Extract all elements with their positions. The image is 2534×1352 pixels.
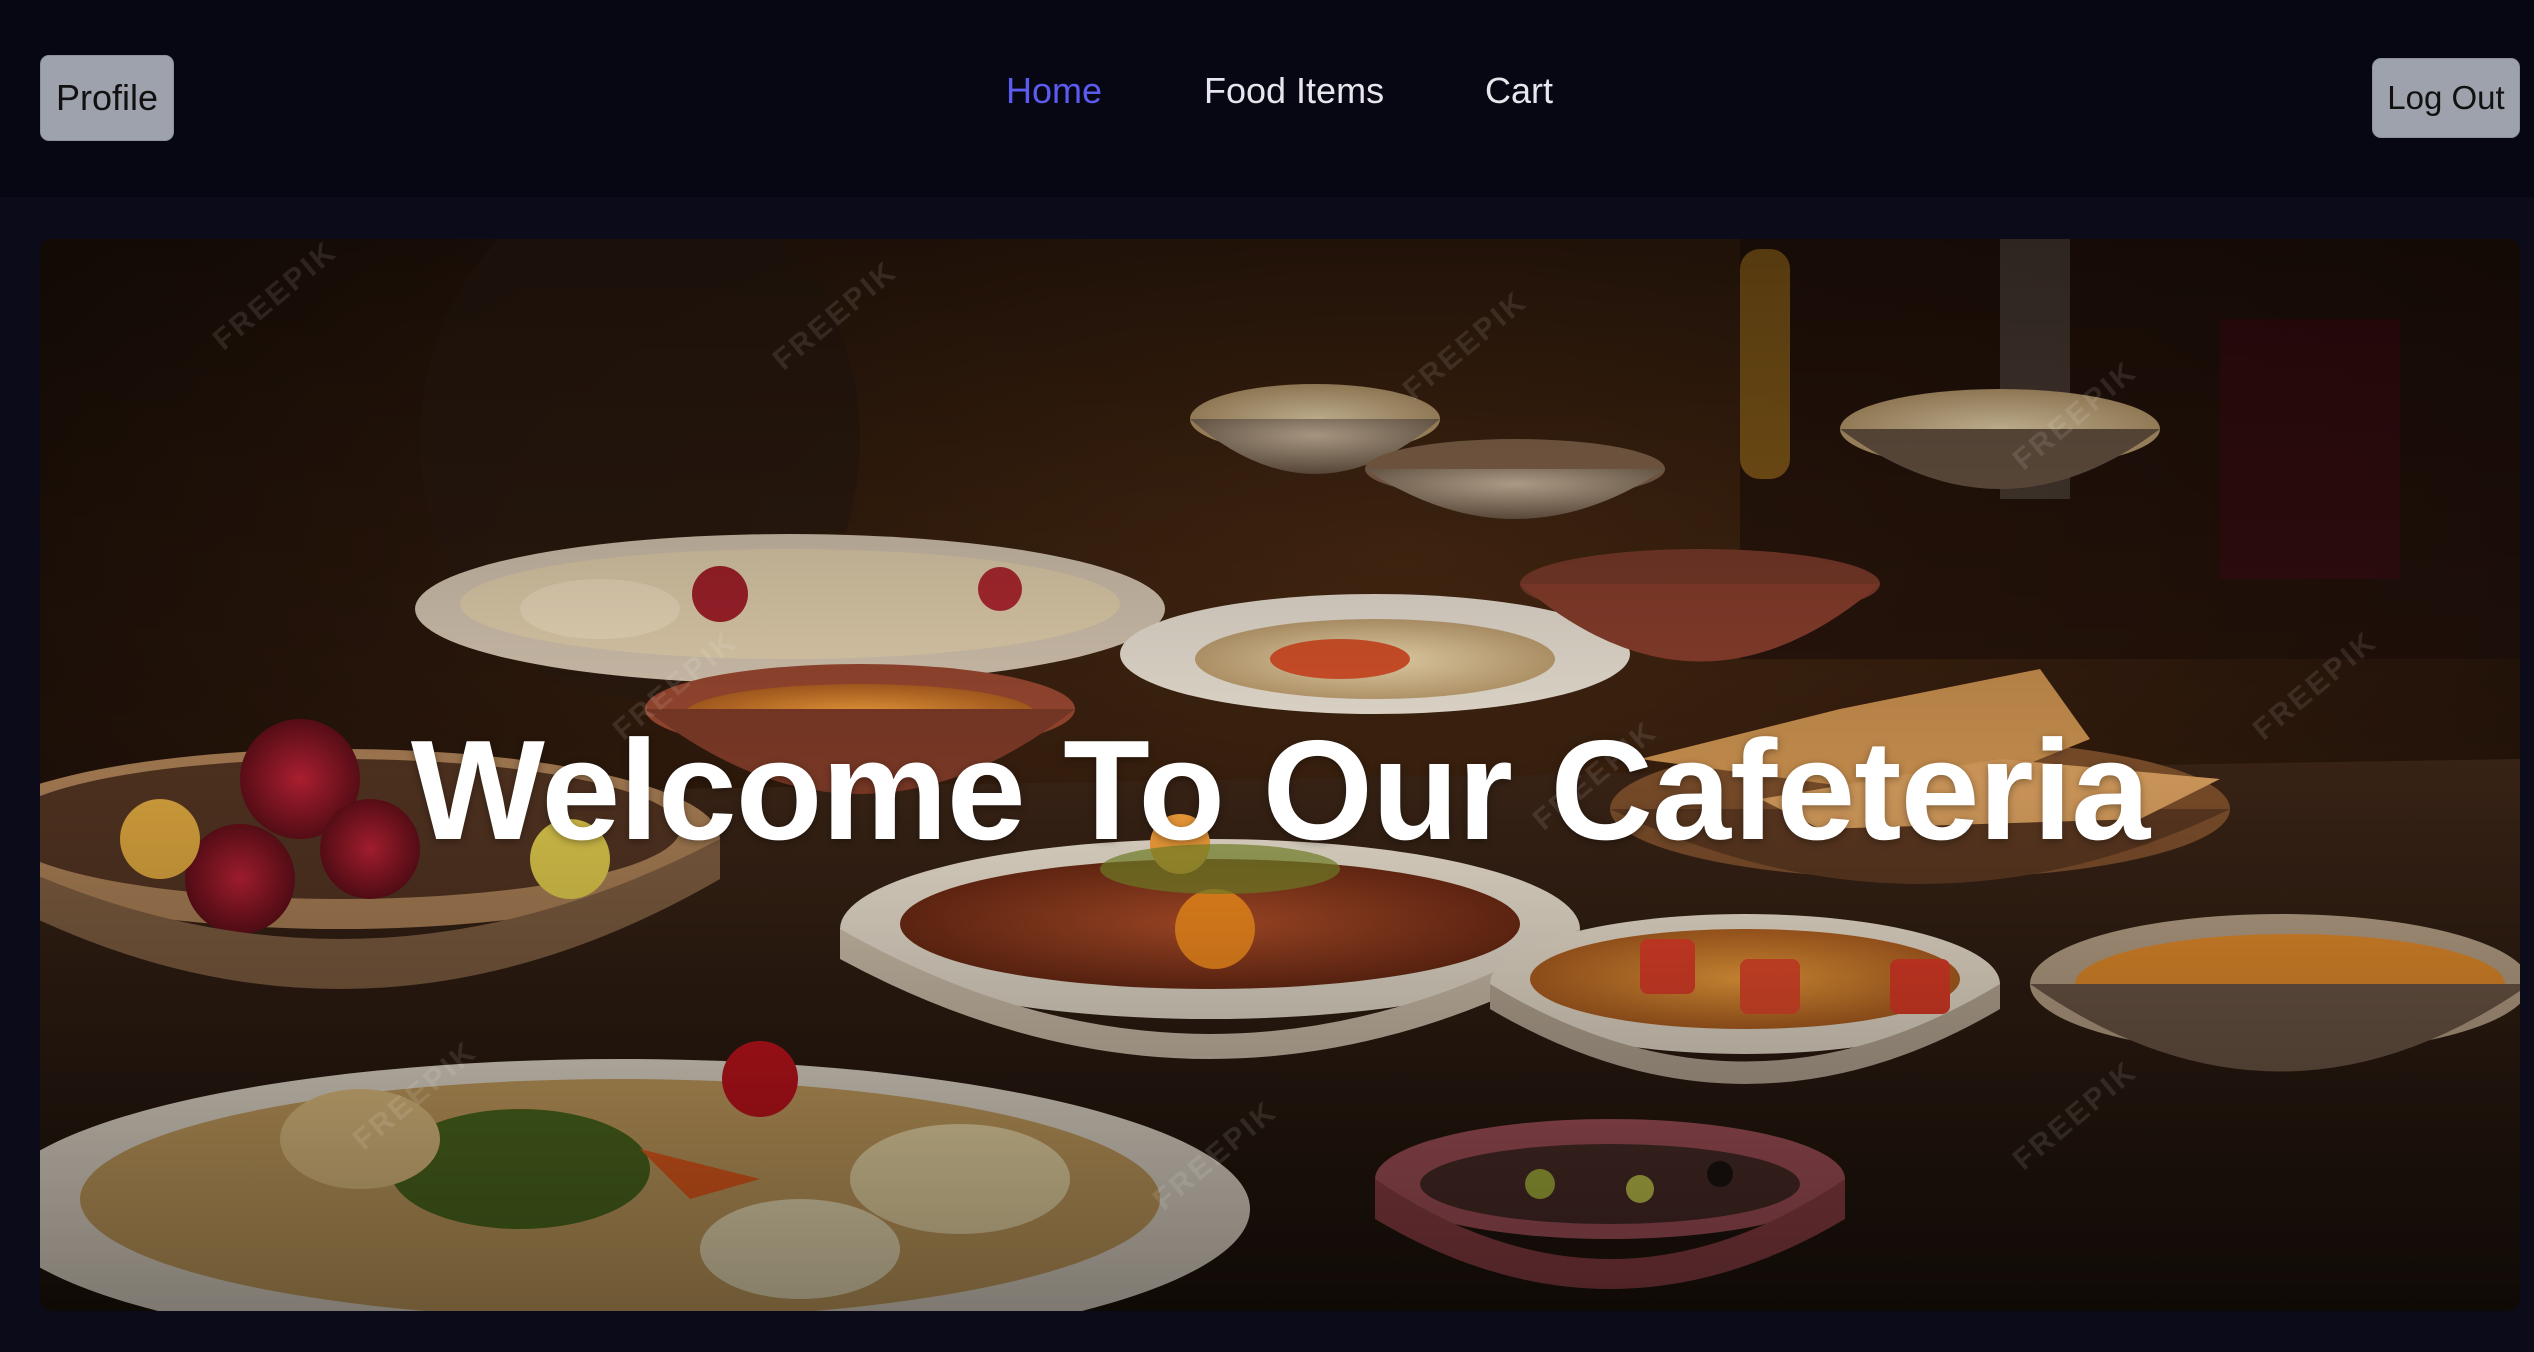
hero-banner: FREEPIK FREEPIK FREEPIK FREEPIK FREEPIK … — [40, 239, 2520, 1311]
nav-link-food-items[interactable]: Food Items — [1204, 70, 1384, 112]
top-navbar: Profile Home Food Items Cart Log Out — [0, 0, 2534, 197]
nav-link-home[interactable]: Home — [1006, 70, 1102, 112]
logout-button[interactable]: Log Out — [2372, 58, 2520, 138]
nav-link-cart[interactable]: Cart — [1485, 70, 1553, 112]
hero-title: Welcome To Our Cafeteria — [410, 711, 2150, 870]
main-nav: Home Food Items Cart — [0, 70, 2534, 126]
